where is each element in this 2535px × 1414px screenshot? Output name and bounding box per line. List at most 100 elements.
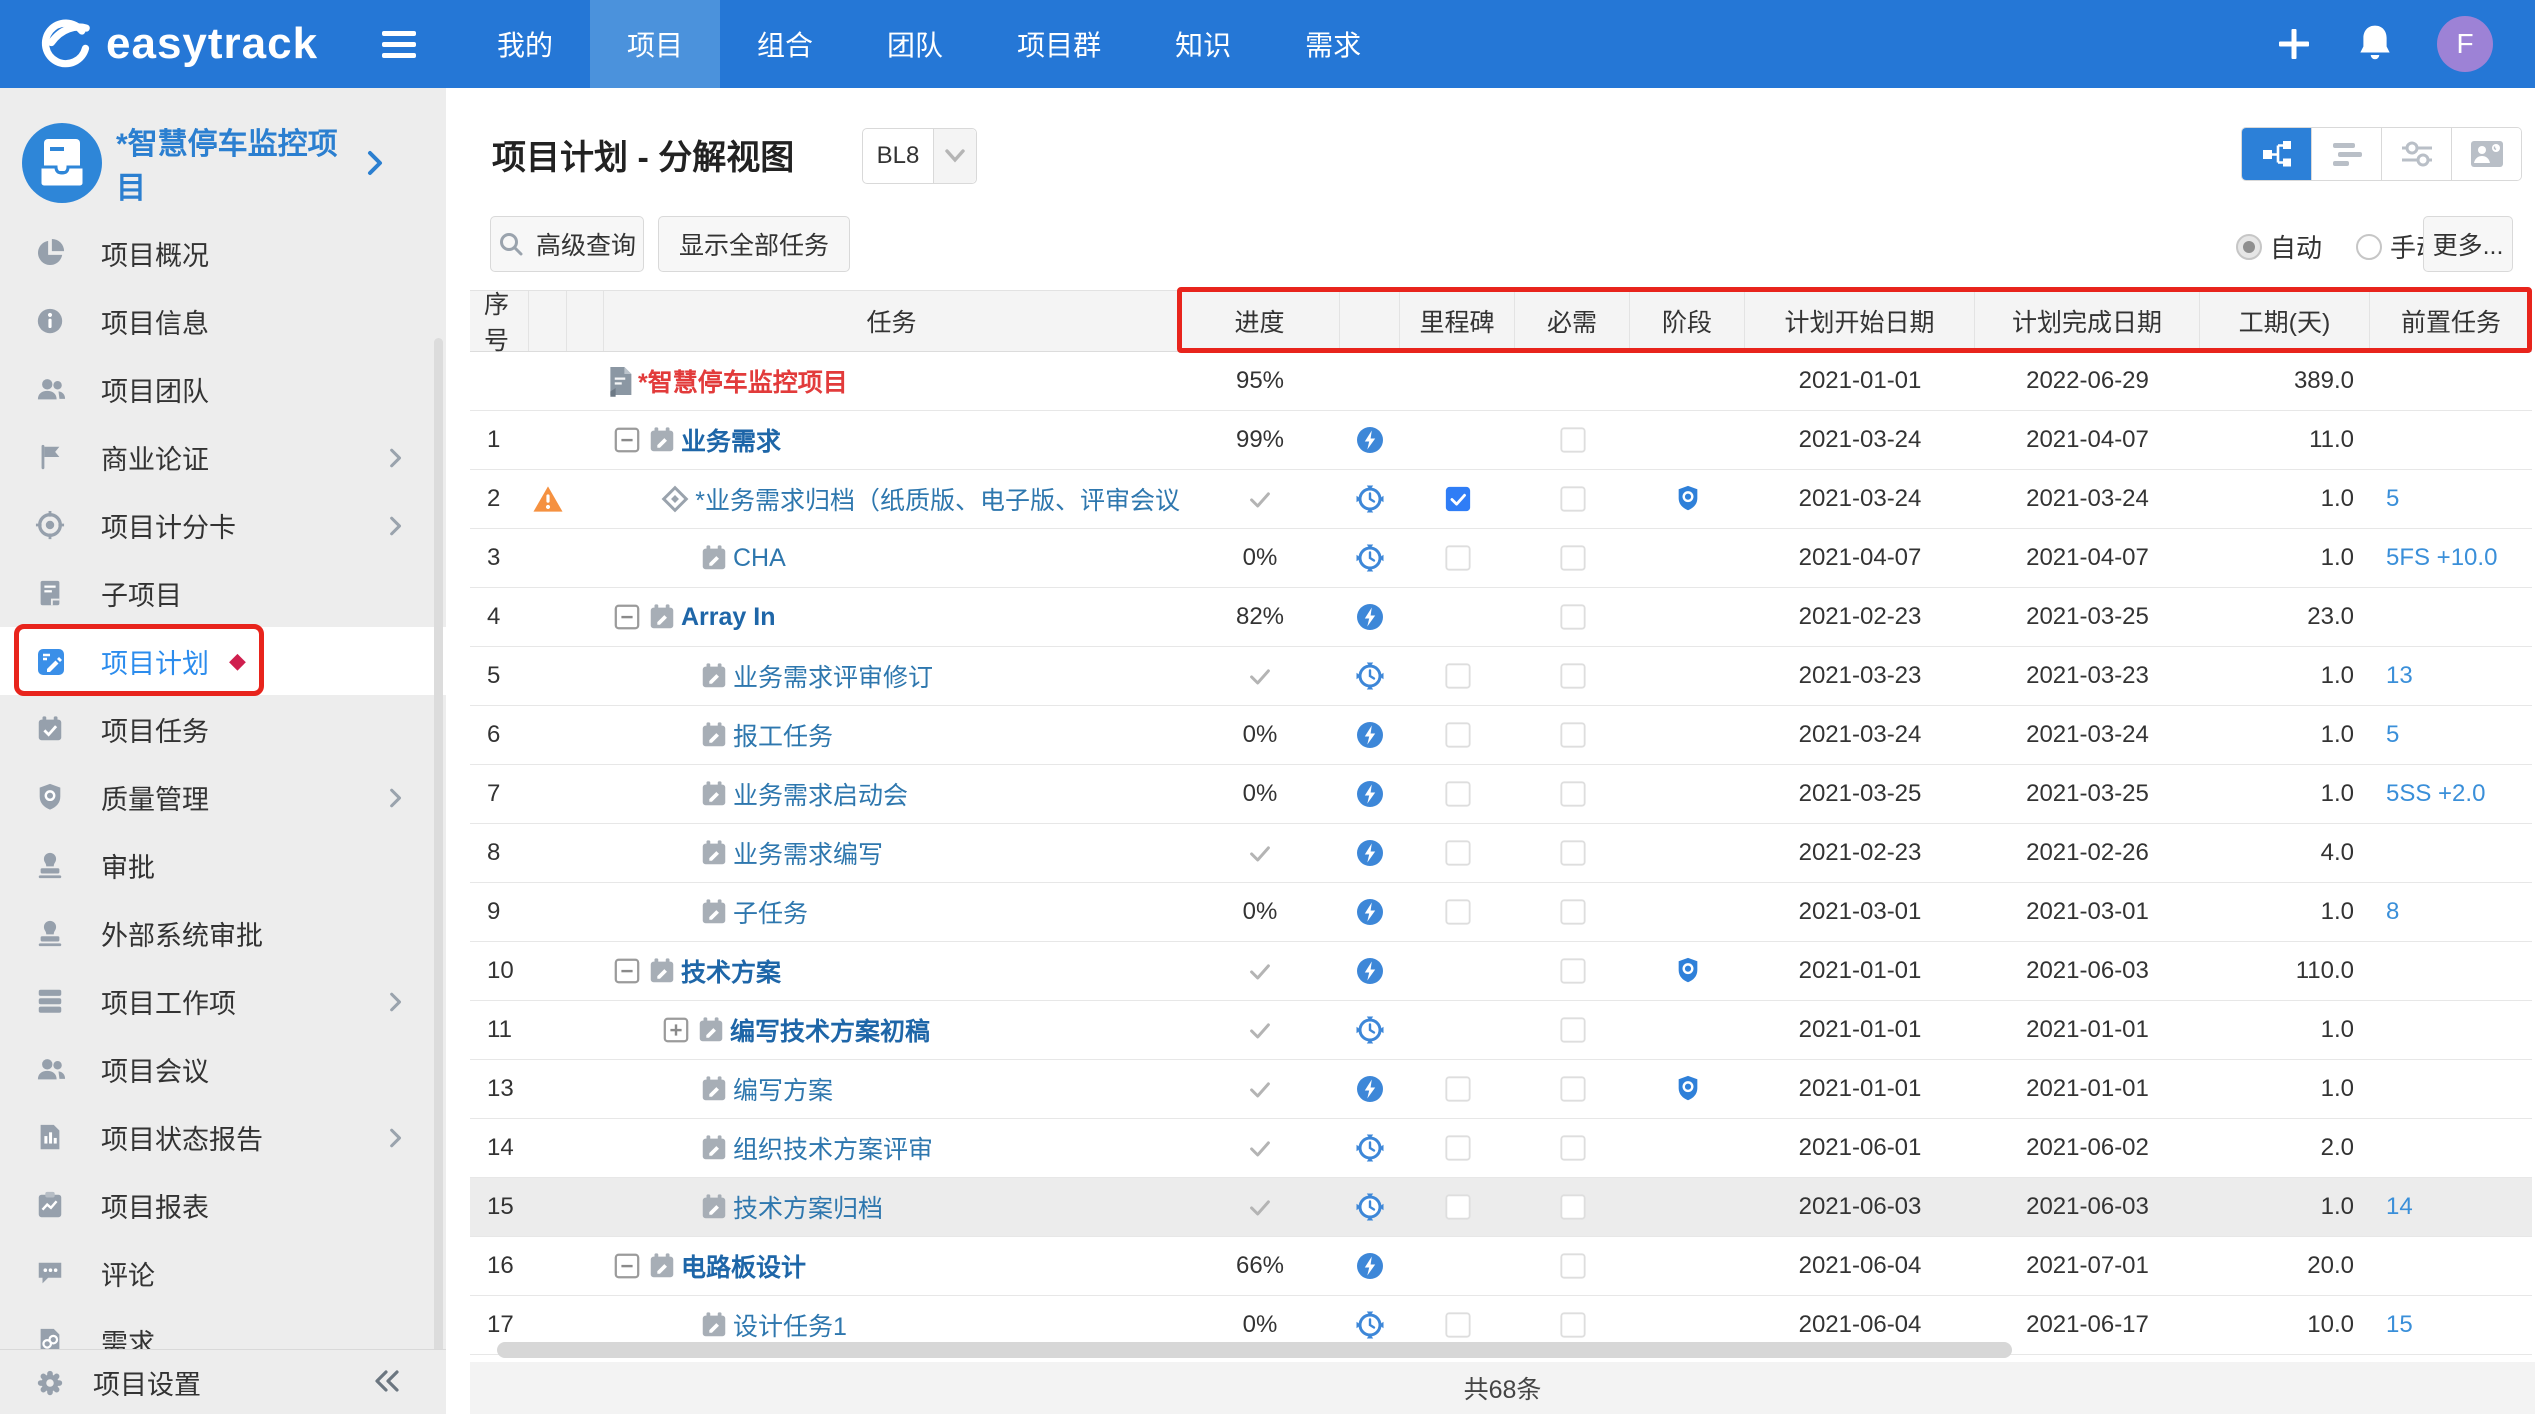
nav-tab[interactable]: 我的: [460, 0, 590, 88]
task-link[interactable]: 业务需求评审修订: [733, 658, 933, 694]
sidebar-item[interactable]: 项目概况: [0, 219, 446, 287]
sidebar-item[interactable]: 项目状态报告: [0, 1103, 446, 1171]
sidebar-item[interactable]: 项目信息: [0, 287, 446, 355]
table-row[interactable]: 13编写方案2021-01-012021-01-011.0: [470, 1060, 2532, 1119]
checkbox-unchecked[interactable]: [1444, 1311, 1472, 1339]
predecessor-link[interactable]: 5FS +10.0: [2370, 529, 2532, 587]
table-row[interactable]: 9子任务0%2021-03-012021-03-011.08: [470, 883, 2532, 942]
task-link[interactable]: 编写方案: [733, 1071, 833, 1107]
checkbox-unchecked[interactable]: [1444, 544, 1472, 572]
table-row[interactable]: 16电路板设计66%2021-06-042021-07-0120.0: [470, 1237, 2532, 1296]
more-button[interactable]: 更多...: [2423, 216, 2513, 272]
sidebar-footer[interactable]: 项目设置: [0, 1349, 446, 1414]
task-link[interactable]: 编写技术方案初稿: [730, 1012, 930, 1048]
checkbox-unchecked[interactable]: [1559, 721, 1587, 749]
sidebar-item[interactable]: 项目计分卡: [0, 491, 446, 559]
checkbox-unchecked[interactable]: [1559, 544, 1587, 572]
collapse-toggle-icon[interactable]: [613, 426, 641, 454]
task-link[interactable]: 电路板设计: [681, 1248, 806, 1284]
task-link[interactable]: CHA: [733, 544, 786, 573]
checkbox-unchecked[interactable]: [1444, 1075, 1472, 1103]
view-breakdown-button[interactable]: [2242, 128, 2311, 180]
predecessor-link[interactable]: 13: [2370, 647, 2532, 705]
advanced-query-button[interactable]: 高级查询: [490, 216, 644, 272]
task-link[interactable]: 业务需求启动会: [733, 776, 908, 812]
view-resource-button[interactable]: [2451, 128, 2521, 180]
sidebar-item[interactable]: 项目任务: [0, 695, 446, 763]
sidebar-item[interactable]: 项目会议: [0, 1035, 446, 1103]
checkbox-unchecked[interactable]: [1559, 603, 1587, 631]
checkbox-unchecked[interactable]: [1559, 1252, 1587, 1280]
task-link[interactable]: 报工任务: [733, 717, 833, 753]
expand-toggle-icon[interactable]: [662, 1016, 690, 1044]
checkbox-unchecked[interactable]: [1444, 662, 1472, 690]
predecessor-link[interactable]: 14: [2370, 1178, 2532, 1236]
chevron-right-icon[interactable]: [364, 148, 386, 178]
checkbox-unchecked[interactable]: [1559, 780, 1587, 808]
auto-radio[interactable]: 自动: [2236, 228, 2322, 265]
table-row[interactable]: 6报工任务0%2021-03-242021-03-241.05: [470, 706, 2532, 765]
predecessor-link[interactable]: 15: [2370, 1296, 2532, 1354]
nav-tab[interactable]: 团队: [850, 0, 980, 88]
checkbox-unchecked[interactable]: [1444, 780, 1472, 808]
show-all-tasks-button[interactable]: 显示全部任务: [658, 216, 850, 272]
task-link[interactable]: 设计任务1: [733, 1307, 847, 1343]
baseline-select[interactable]: BL8: [862, 128, 977, 184]
collapse-toggle-icon[interactable]: [613, 1252, 641, 1280]
nav-tab[interactable]: 组合: [720, 0, 850, 88]
checkbox-unchecked[interactable]: [1559, 1193, 1587, 1221]
checkbox-unchecked[interactable]: [1559, 1311, 1587, 1339]
checkbox-unchecked[interactable]: [1444, 839, 1472, 867]
checkbox-unchecked[interactable]: [1559, 898, 1587, 926]
task-link[interactable]: 业务需求编写: [733, 835, 883, 871]
table-row[interactable]: 10技术方案2021-01-012021-06-03110.0: [470, 942, 2532, 1001]
checkbox-unchecked[interactable]: [1559, 485, 1587, 513]
table-row[interactable]: *智慧停车监控项目95%2021-01-012022-06-29389.0: [470, 352, 2532, 411]
view-settings-button[interactable]: [2381, 128, 2451, 180]
table-row[interactable]: 14组织技术方案评审2021-06-012021-06-022.0: [470, 1119, 2532, 1178]
checkbox-unchecked[interactable]: [1559, 426, 1587, 454]
sidebar-project-header[interactable]: *智慧停车监控项目: [0, 115, 446, 211]
checkbox-checked[interactable]: [1444, 485, 1472, 513]
table-row[interactable]: 2*业务需求归档（纸质版、电子版、评审会议2021-03-242021-03-2…: [470, 470, 2532, 529]
task-link[interactable]: 技术方案归档: [733, 1189, 883, 1225]
checkbox-unchecked[interactable]: [1559, 1075, 1587, 1103]
checkbox-unchecked[interactable]: [1559, 839, 1587, 867]
task-link[interactable]: 业务需求: [681, 422, 781, 458]
task-link[interactable]: 组织技术方案评审: [733, 1130, 933, 1166]
table-row[interactable]: 4Array In82%2021-02-232021-03-2523.0: [470, 588, 2532, 647]
sidebar-scrollbar[interactable]: [434, 338, 443, 1353]
sidebar-item[interactable]: 商业论证: [0, 423, 446, 491]
task-link[interactable]: *智慧停车监控项目: [638, 363, 848, 399]
checkbox-unchecked[interactable]: [1559, 1134, 1587, 1162]
sidebar-item[interactable]: 项目计划◆: [0, 627, 446, 695]
collapse-toggle-icon[interactable]: [613, 957, 641, 985]
sidebar-item[interactable]: 项目团队: [0, 355, 446, 423]
checkbox-unchecked[interactable]: [1559, 1016, 1587, 1044]
nav-tab[interactable]: 项目: [590, 0, 720, 88]
sidebar-item[interactable]: 评论: [0, 1239, 446, 1307]
table-row[interactable]: 3CHA0%2021-04-072021-04-071.05FS +10.0: [470, 529, 2532, 588]
table-row[interactable]: 5业务需求评审修订2021-03-232021-03-231.013: [470, 647, 2532, 706]
predecessor-link[interactable]: 5SS +2.0: [2370, 765, 2532, 823]
notification-bell-icon[interactable]: [2355, 22, 2395, 66]
sidebar-item[interactable]: 项目工作项: [0, 967, 446, 1035]
table-row[interactable]: 11编写技术方案初稿2021-01-012021-01-011.0: [470, 1001, 2532, 1060]
nav-tab[interactable]: 知识: [1138, 0, 1268, 88]
hamburger-menu-icon[interactable]: [364, 0, 434, 88]
checkbox-unchecked[interactable]: [1444, 898, 1472, 926]
sidebar-item[interactable]: 外部系统审批: [0, 899, 446, 967]
user-avatar[interactable]: F: [2437, 16, 2493, 72]
task-link[interactable]: Array In: [681, 603, 775, 632]
checkbox-unchecked[interactable]: [1559, 662, 1587, 690]
predecessor-link[interactable]: 5: [2370, 706, 2532, 764]
table-row[interactable]: 15技术方案归档2021-06-032021-06-031.014: [470, 1178, 2532, 1237]
sidebar-item[interactable]: 审批: [0, 831, 446, 899]
table-row[interactable]: 8业务需求编写2021-02-232021-02-264.0: [470, 824, 2532, 883]
checkbox-unchecked[interactable]: [1444, 1134, 1472, 1162]
task-link[interactable]: *业务需求归档（纸质版、电子版、评审会议: [695, 481, 1180, 517]
predecessor-link[interactable]: 5: [2370, 470, 2532, 528]
predecessor-link[interactable]: 8: [2370, 883, 2532, 941]
add-plus-icon[interactable]: [2275, 25, 2313, 63]
nav-tab[interactable]: 项目群: [980, 0, 1138, 88]
